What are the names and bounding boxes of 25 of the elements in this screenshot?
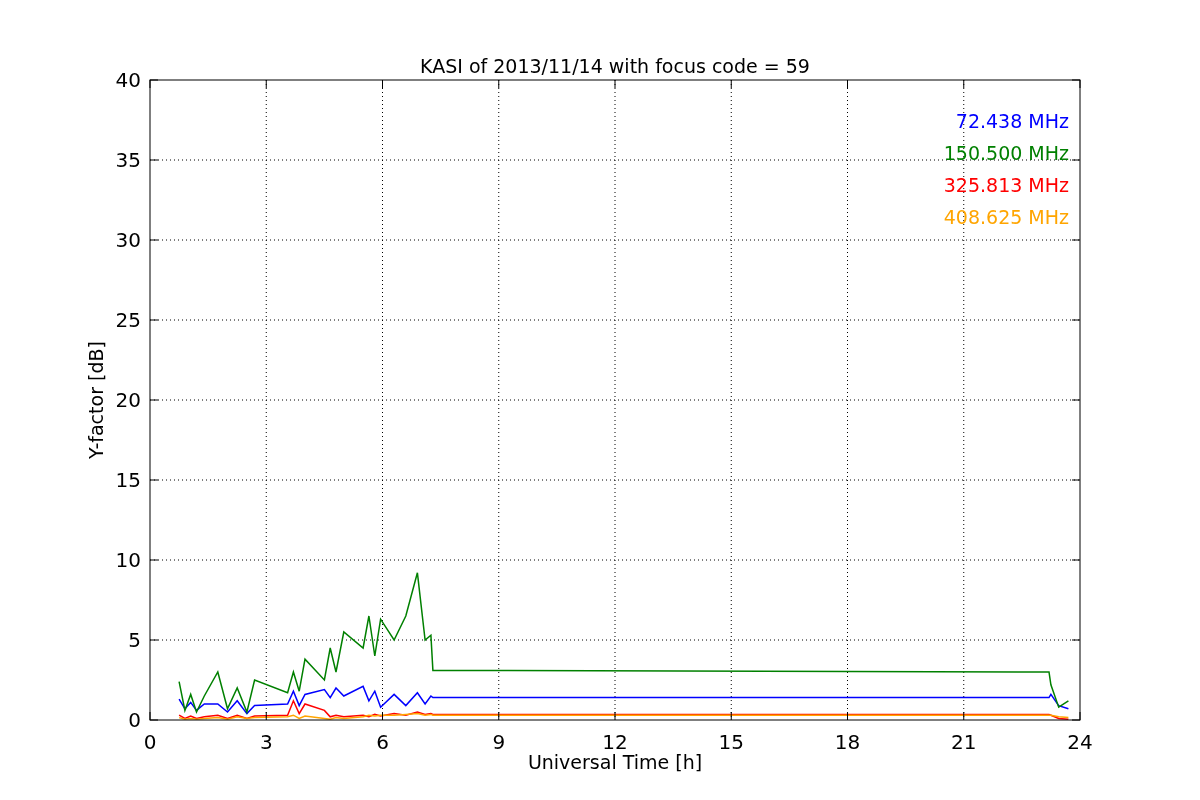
tick-label: 0 — [143, 730, 157, 754]
tick-label: 12 — [602, 730, 628, 754]
y-axis-title: Y-factor [dB] — [85, 341, 107, 459]
tick-label: 40 — [115, 68, 141, 92]
tick-label: 30 — [115, 228, 141, 252]
tick-label: 0 — [128, 708, 141, 732]
tick-label: 25 — [115, 308, 141, 332]
legend-label: 408.625 MHz — [943, 206, 1069, 228]
tick-label: 6 — [376, 730, 389, 754]
legend-label: 72.438 MHz — [955, 110, 1069, 132]
tick-label: 15 — [718, 730, 744, 754]
tick-label: 9 — [492, 730, 506, 754]
tick-label: 15 — [115, 468, 141, 492]
x-axis-title: Universal Time [h] — [527, 751, 703, 773]
tick-label: 35 — [115, 148, 141, 172]
tick-label: 21 — [951, 730, 977, 754]
tick-label: 20 — [115, 388, 141, 412]
chart-title: KASI of 2013/11/14 with focus code = 59 — [420, 55, 810, 77]
tick-label: 5 — [128, 628, 141, 652]
tick-label: 18 — [834, 730, 861, 754]
tick-label: 10 — [115, 548, 141, 572]
legend-label: 325.813 MHz — [943, 174, 1069, 196]
tick-label: 3 — [259, 730, 273, 754]
tick-label: 24 — [1067, 730, 1093, 754]
legend-label: 150.500 MHz — [943, 142, 1069, 164]
